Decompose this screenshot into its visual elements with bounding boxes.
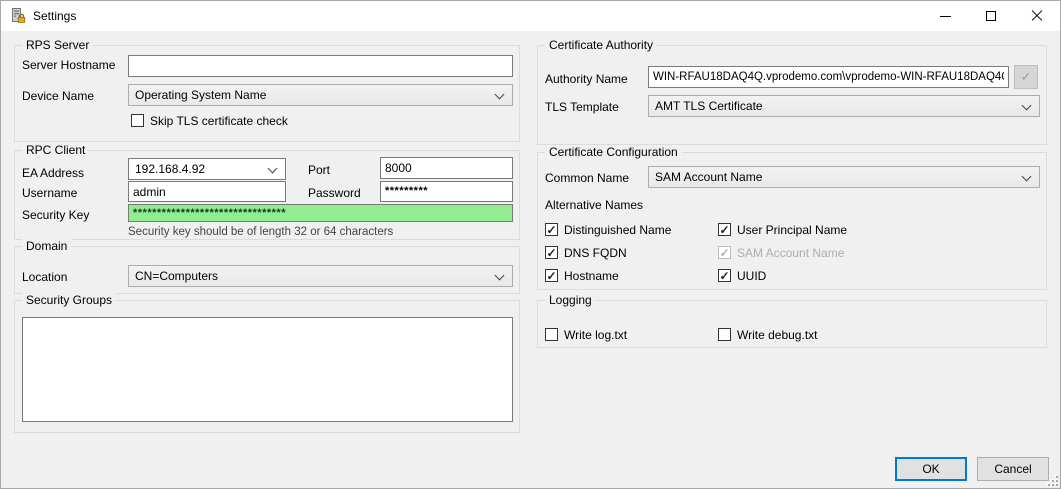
checkbox-box <box>545 269 558 283</box>
group-security-groups-legend: Security Groups <box>22 293 117 307</box>
port-label: Port <box>308 163 331 177</box>
server-lock-icon <box>10 8 26 24</box>
checkbox-box <box>718 269 731 283</box>
checkbox-label: SAM Account Name <box>737 245 845 260</box>
verify-authority-button[interactable]: ✓ <box>1014 65 1038 89</box>
minimize-icon <box>939 15 951 17</box>
chevron-down-icon <box>1021 171 1032 182</box>
skip-tls-checkbox-label: Skip TLS certificate check <box>150 113 288 128</box>
cancel-button[interactable]: Cancel <box>977 457 1049 481</box>
alternative-names-label: Alternative Names <box>545 198 644 212</box>
username-label: Username <box>22 186 78 200</box>
checkbox-label: UUID <box>737 268 767 283</box>
window-title: Settings <box>33 9 77 23</box>
authority-name-label: Authority Name <box>545 72 628 86</box>
password-label: Password <box>308 186 361 200</box>
checkbox-box <box>718 223 731 237</box>
titlebar: Settings <box>1 1 1060 31</box>
security-key-label: Security Key <box>22 208 90 222</box>
password-input[interactable] <box>380 181 513 202</box>
security-key-input[interactable] <box>128 204 513 222</box>
checkbox-label: Hostname <box>564 268 619 283</box>
checkbox-box <box>545 328 558 341</box>
username-input[interactable] <box>128 181 286 202</box>
tls-template-label: TLS Template <box>545 100 619 114</box>
checkbox-box <box>545 223 558 237</box>
device-name-select[interactable]: Operating System Name <box>128 84 513 106</box>
checkbox-box <box>718 246 731 260</box>
group-certificate-configuration-legend: Certificate Configuration <box>545 145 682 159</box>
group-rpc-client-legend: RPC Client <box>22 143 90 157</box>
common-name-label: Common Name <box>545 171 630 185</box>
checkbox-write-log[interactable]: Write log.txt <box>545 327 627 342</box>
skip-tls-checkbox-box <box>131 114 144 127</box>
port-input[interactable] <box>380 157 513 179</box>
location-select[interactable]: CN=Computers <box>128 265 513 287</box>
security-key-hint: Security key should be of length 32 or 6… <box>128 226 394 238</box>
common-name-value: SAM Account Name <box>655 170 763 184</box>
checkbox-label: Write log.txt <box>564 327 628 342</box>
chevron-down-icon <box>1021 100 1032 111</box>
checkbox-distinguished-name[interactable]: Distinguished Name <box>545 222 671 237</box>
server-hostname-label: Server Hostname <box>22 58 116 72</box>
checkbox-label: DNS FQDN <box>564 245 627 260</box>
group-rps-server-legend: RPS Server <box>22 38 94 52</box>
ea-address-select[interactable]: 192.168.4.92 <box>128 158 286 180</box>
common-name-select[interactable]: SAM Account Name <box>648 166 1040 188</box>
chevron-down-icon <box>494 270 505 281</box>
group-domain-legend: Domain <box>22 239 72 253</box>
location-label: Location <box>22 270 68 284</box>
device-name-label: Device Name <box>22 89 95 103</box>
checkbox-label: Distinguished Name <box>564 222 672 237</box>
skip-tls-checkbox[interactable]: Skip TLS certificate check <box>131 113 288 128</box>
resize-grip-icon[interactable] <box>1046 474 1058 486</box>
checkbox-hostname[interactable]: Hostname <box>545 268 619 283</box>
ea-address-value: 192.168.4.92 <box>135 162 206 176</box>
checkbox-write-debug[interactable]: Write debug.txt <box>718 327 817 342</box>
server-hostname-input[interactable] <box>128 55 513 77</box>
checkbox-user-principal-name[interactable]: User Principal Name <box>718 222 847 237</box>
ea-address-label: EA Address <box>22 166 85 180</box>
chevron-down-icon <box>494 89 505 100</box>
minimize-button[interactable] <box>922 1 968 31</box>
checkbox-box <box>545 246 558 260</box>
tls-template-value: AMT TLS Certificate <box>655 99 763 113</box>
tls-template-select[interactable]: AMT TLS Certificate <box>648 95 1040 117</box>
close-icon <box>1031 10 1043 22</box>
checkbox-dns-fqdn[interactable]: DNS FQDN <box>545 245 627 260</box>
checkbox-label: Write debug.txt <box>737 327 818 342</box>
checkbox-box <box>718 328 731 341</box>
checkmark-icon: ✓ <box>1020 69 1032 84</box>
authority-name-input[interactable] <box>648 66 1009 88</box>
location-value: CN=Computers <box>135 269 219 283</box>
maximize-icon <box>986 11 996 21</box>
ok-button[interactable]: OK <box>895 457 967 481</box>
group-logging-legend: Logging <box>545 293 596 307</box>
checkbox-uuid[interactable]: UUID <box>718 268 766 283</box>
maximize-button[interactable] <box>968 1 1014 31</box>
group-certificate-authority-legend: Certificate Authority <box>545 38 658 52</box>
settings-window: Settings RPS Server Server Hostname Devi… <box>0 0 1061 489</box>
checkbox-label: User Principal Name <box>737 222 848 237</box>
checkbox-sam-account-name: SAM Account Name <box>718 245 844 260</box>
chevron-down-icon <box>267 163 278 174</box>
close-button[interactable] <box>1014 1 1060 31</box>
security-groups-listbox[interactable] <box>22 317 513 422</box>
device-name-value: Operating System Name <box>135 88 267 102</box>
